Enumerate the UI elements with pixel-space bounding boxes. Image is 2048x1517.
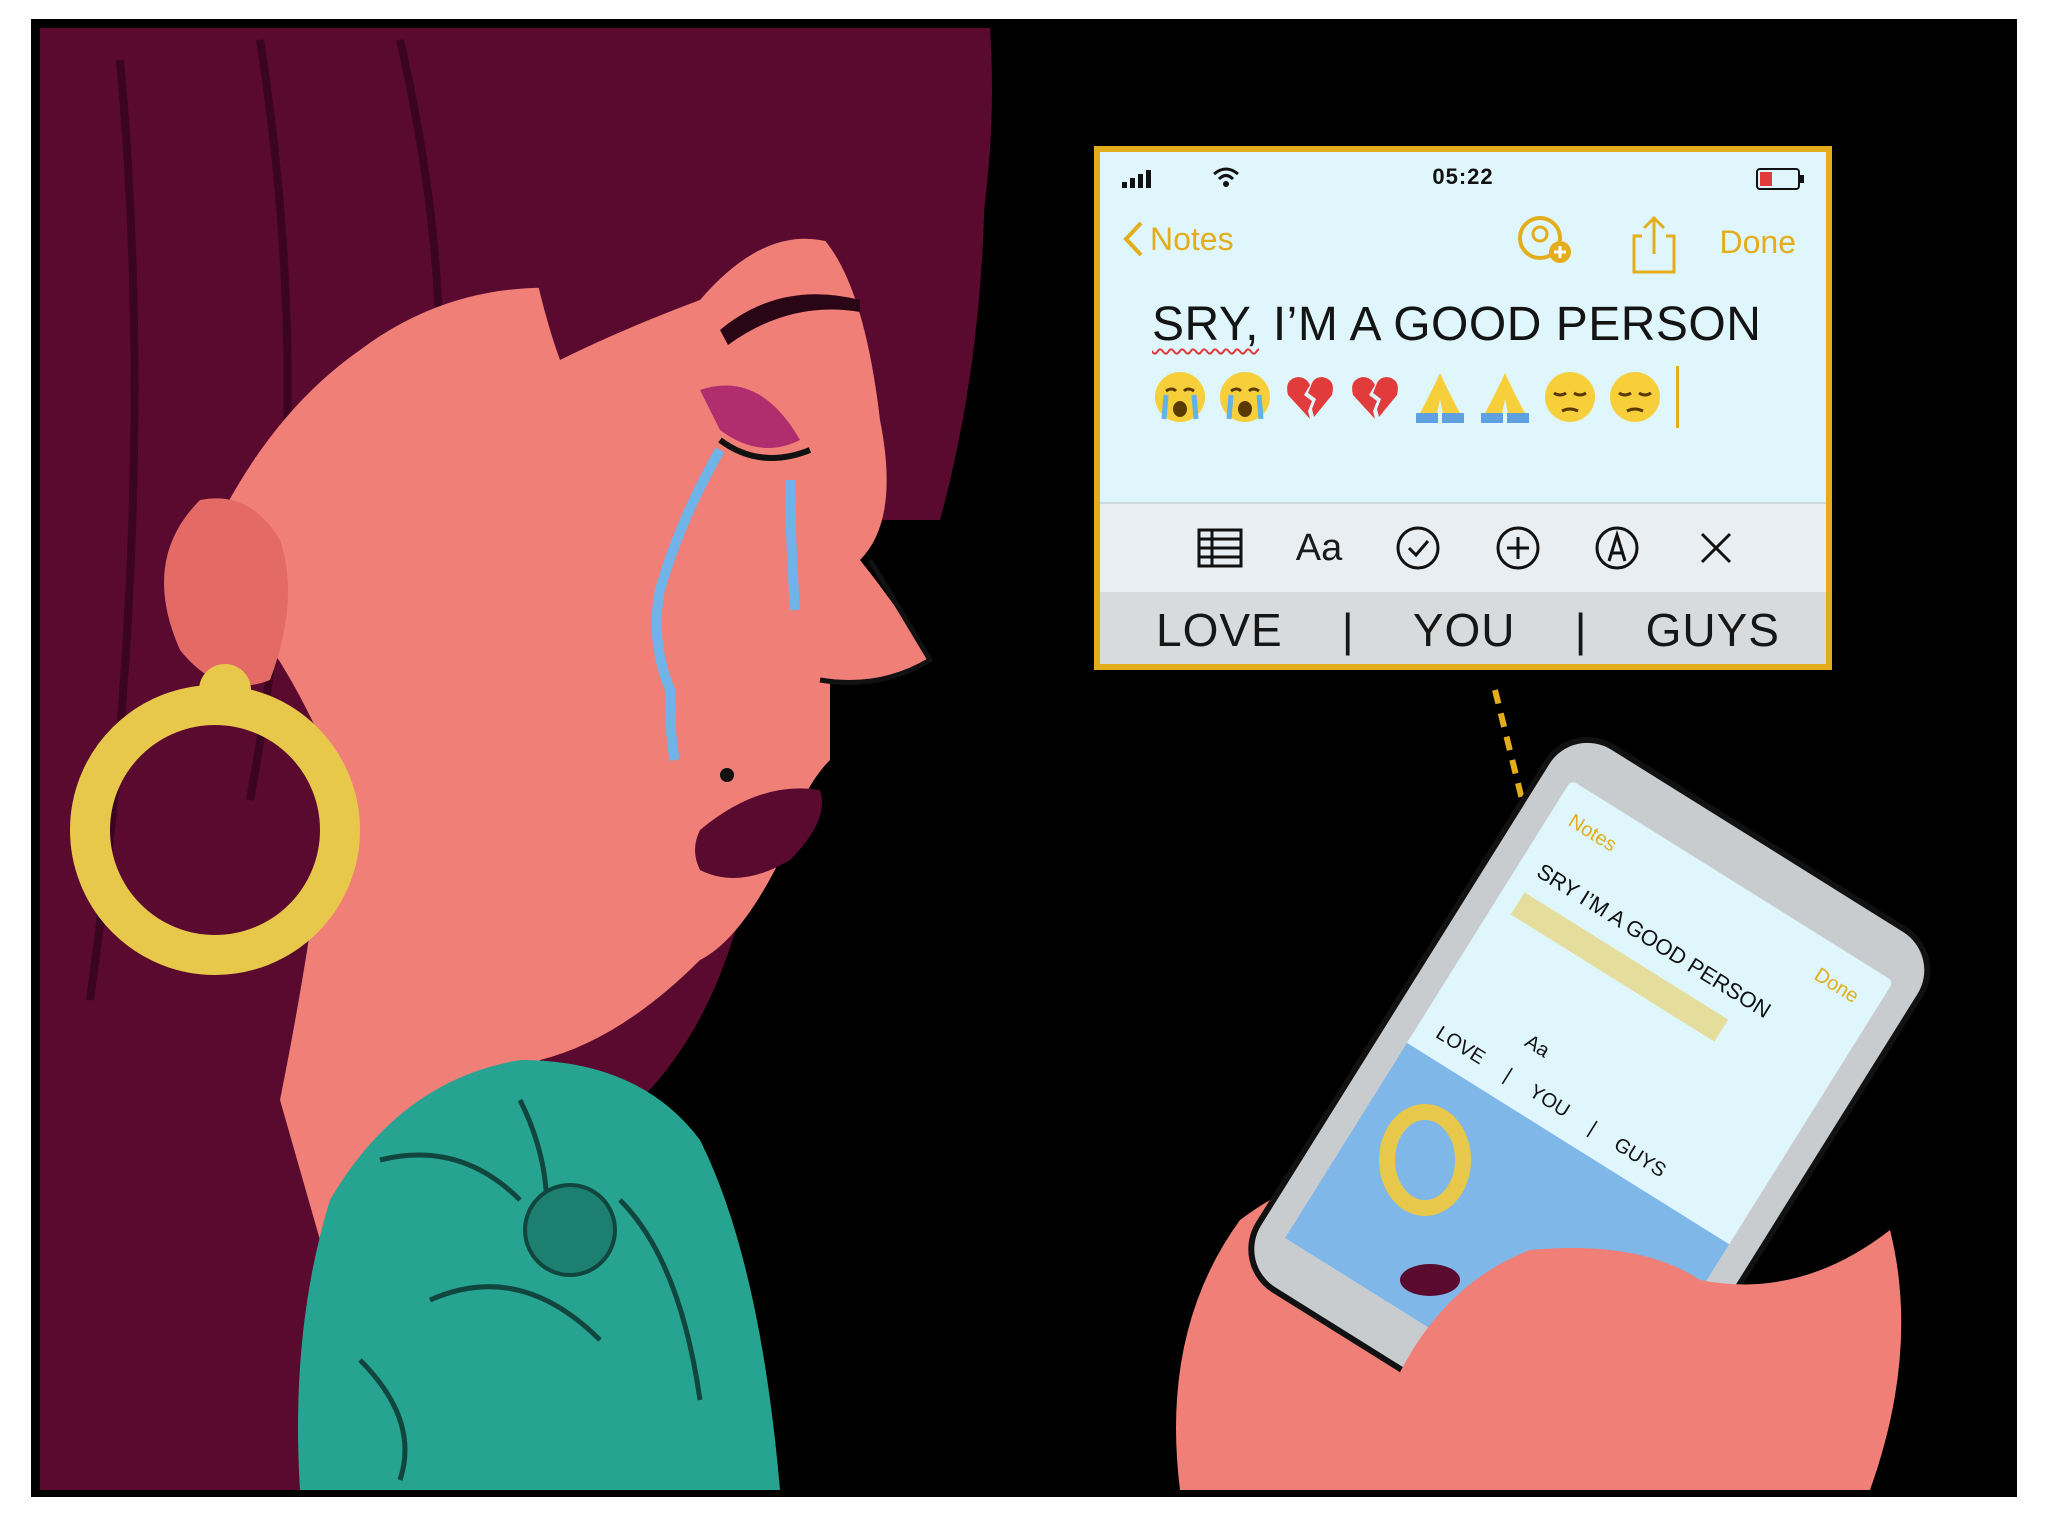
status-bar: 05:22 [1100,152,1826,202]
suggestion-separator: | [1574,604,1587,656]
formatting-toolbar: Aa [1100,502,1826,592]
nav-bar: Notes Done [1100,202,1826,282]
close-toolbar-button[interactable] [1686,518,1746,578]
share-icon [1632,215,1676,274]
tattoo-berry [523,1183,617,1277]
battery-low-icon [1756,168,1804,190]
table-button[interactable] [1190,518,1250,578]
crying-face-icon [1155,372,1205,422]
add-person-icon [1518,216,1571,263]
text-cursor [1676,366,1679,428]
add-person-button[interactable] [1512,214,1578,275]
done-button[interactable]: Done [1720,224,1797,261]
markup-button[interactable] [1587,518,1647,578]
status-time: 05:22 [1432,164,1494,189]
crying-face-icon [1220,372,1270,422]
misspelled-word: SRY, [1152,298,1259,351]
share-button[interactable] [1630,214,1678,279]
fingernail [1400,1264,1460,1296]
earring-stud [199,664,251,716]
suggestion-love[interactable]: LOVE [1156,603,1283,657]
add-attachment-button[interactable] [1488,518,1548,578]
broken-heart-icon [1352,377,1398,419]
predictive-text-bar: LOVE | YOU | GUYS [1100,592,1826,664]
pensive-face-icon [1545,372,1595,422]
chevron-left-icon [1123,221,1143,257]
folded-hands-icon [1416,373,1464,423]
checklist-button[interactable] [1388,518,1448,578]
markup-pen-icon [1595,526,1639,570]
close-icon [1701,532,1732,564]
plus-circle-icon [1496,526,1540,570]
note-body[interactable]: SRY, I’M A GOOD PERSON [1152,297,1786,428]
mole [720,768,734,782]
format-text-label: Aa [1295,526,1343,569]
broken-heart-icon [1287,377,1333,419]
back-label: Notes [1150,220,1234,257]
tear-right [785,479,800,611]
suggestion-separator: | [1341,604,1354,656]
note-text: SRY, I’M A GOOD PERSON [1152,297,1786,352]
note-rest-text: I’M A GOOD PERSON [1258,298,1762,351]
phone-screen-callout: 05:22 Notes Done SRY, I’M A GOOD PERSON … [1094,146,1832,670]
suggestion-you[interactable]: YOU [1413,603,1516,657]
suggestion-guys[interactable]: GUYS [1646,603,1780,657]
back-to-notes-button[interactable]: Notes [1122,220,1234,258]
emoji-row [1152,366,1786,428]
format-text-button[interactable]: Aa [1289,518,1349,578]
table-icon [1197,528,1243,568]
pensive-face-icon [1610,372,1660,422]
checkmark-circle-icon [1396,526,1440,570]
folded-hands-icon [1481,373,1529,423]
